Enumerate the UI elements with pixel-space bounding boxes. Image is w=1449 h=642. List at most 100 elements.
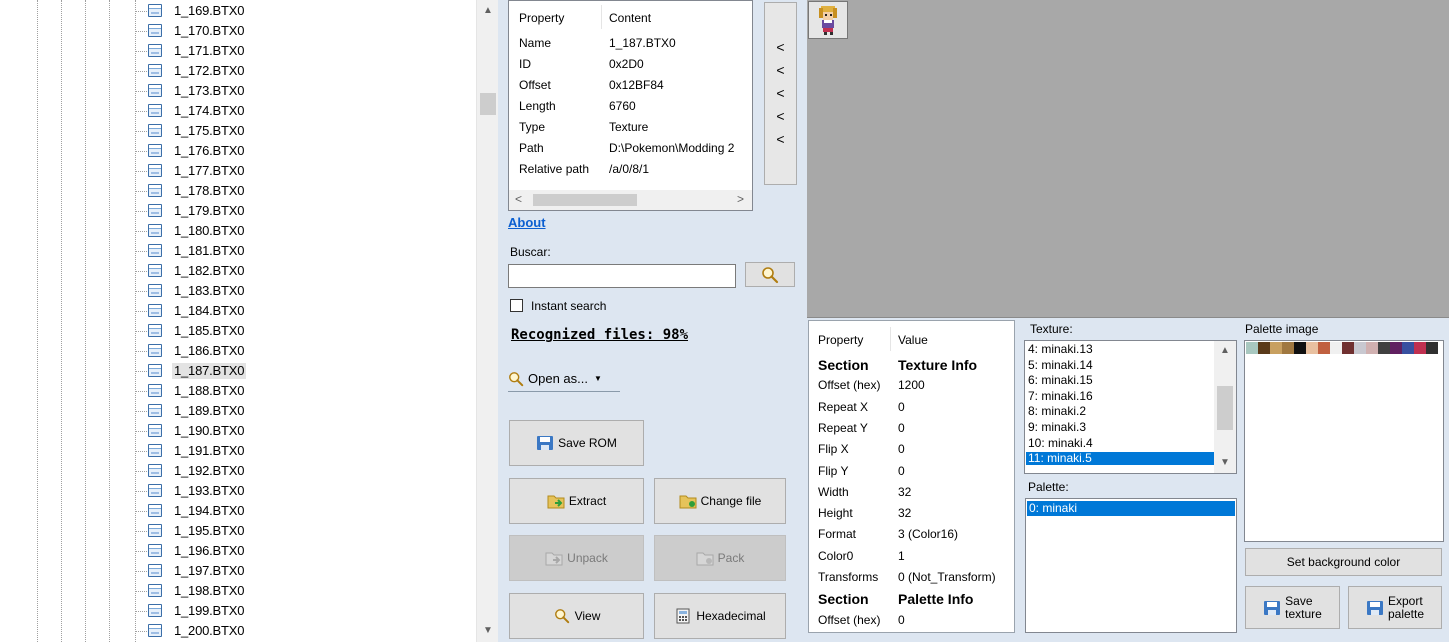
tree-item[interactable]: 1_183.BTX0 <box>135 281 475 301</box>
extract-button[interactable]: Extract <box>509 478 644 524</box>
texture-item[interactable]: 7: minaki.16 <box>1026 389 1214 403</box>
tree-item[interactable]: 1_180.BTX0 <box>135 221 475 241</box>
tree-item[interactable]: 1_176.BTX0 <box>135 141 475 161</box>
export-palette-button[interactable]: Export palette <box>1348 586 1442 629</box>
open-as-dropdown[interactable]: Open as... ▼ <box>508 366 620 392</box>
tree-item[interactable]: 1_191.BTX0 <box>135 441 475 461</box>
texture-scrollbar[interactable]: ▲ ▼ <box>1214 341 1236 473</box>
property-row[interactable]: Length 6760 <box>519 99 752 119</box>
texture-listbox[interactable]: 4: minaki.13 5: minaki.14 6: minaki.15 7: m… <box>1024 340 1237 474</box>
tree-item[interactable]: 1_172.BTX0 <box>135 61 475 81</box>
column-header-value[interactable]: Value <box>898 333 928 347</box>
copy-arrow-button[interactable]: < <box>765 85 796 101</box>
column-header-property[interactable]: Property <box>818 333 863 347</box>
tree-item[interactable]: 1_196.BTX0 <box>135 541 475 561</box>
texture-item[interactable]: 10: minaki.4 <box>1026 436 1214 450</box>
property-row[interactable]: ID 0x2D0 <box>519 57 752 77</box>
info-section-row[interactable]: Section Palette Info <box>818 591 1014 612</box>
scroll-down-icon[interactable]: ▼ <box>477 622 498 640</box>
copy-arrow-button[interactable]: < <box>765 62 796 78</box>
info-row[interactable]: Flip X 0 <box>818 442 1014 463</box>
tree-item[interactable]: 1_181.BTX0 <box>135 241 475 261</box>
properties-list[interactable]: Property Content Name 1_187.BTX0 ID 0x2D0 Of… <box>508 0 753 211</box>
tree-scrollbar[interactable]: ▲ ▼ <box>476 0 498 642</box>
hscroll-thumb[interactable] <box>533 194 637 206</box>
scroll-left-icon[interactable]: < <box>515 192 522 206</box>
palette-listbox[interactable]: 0: minaki <box>1025 498 1237 633</box>
scroll-up-icon[interactable]: ▲ <box>1214 345 1236 356</box>
column-header-content[interactable]: Content <box>609 11 651 25</box>
unpack-button[interactable]: Unpack <box>509 535 644 581</box>
property-row[interactable]: Offset 0x12BF84 <box>519 78 752 98</box>
property-row[interactable]: Path D:\Pokemon\Modding 2 <box>519 141 752 161</box>
tree-item[interactable]: 1_194.BTX0 <box>135 501 475 521</box>
hexadecimal-button[interactable]: Hexadecimal <box>654 593 786 639</box>
info-row[interactable]: Width 32 <box>818 485 1014 506</box>
tree-item[interactable]: 1_169.BTX0 <box>135 1 475 21</box>
info-row[interactable]: Format 3 (Color16) <box>818 527 1014 548</box>
info-row[interactable]: Offset (hex) 0 <box>818 613 1014 632</box>
save-texture-button[interactable]: Save texture <box>1245 586 1340 629</box>
tree-item[interactable]: 1_170.BTX0 <box>135 21 475 41</box>
tree-item[interactable]: 1_197.BTX0 <box>135 561 475 581</box>
tree-item[interactable]: 1_188.BTX0 <box>135 381 475 401</box>
info-row[interactable]: Transforms 0 (Not_Transform) <box>818 570 1014 591</box>
info-row[interactable]: Color0 1 <box>818 549 1014 570</box>
save-rom-button[interactable]: Save ROM <box>509 420 644 466</box>
tree-item[interactable]: 1_179.BTX0 <box>135 201 475 221</box>
texture-item[interactable]: 6: minaki.15 <box>1026 374 1214 387</box>
tree-item[interactable]: 1_182.BTX0 <box>135 261 475 281</box>
tree-item[interactable]: 1_192.BTX0 <box>135 461 475 481</box>
tree-scroll-thumb[interactable] <box>480 93 496 115</box>
file-tree[interactable]: 1_169.BTX0 1_170.BTX0 1_171.BTX0 1_172.BTX0… <box>0 0 498 642</box>
instant-search-label[interactable]: Instant search <box>531 299 606 313</box>
tree-item[interactable]: 1_171.BTX0 <box>135 41 475 61</box>
tree-item[interactable]: 1_178.BTX0 <box>135 181 475 201</box>
instant-search-checkbox[interactable] <box>510 299 523 312</box>
set-background-color-button[interactable]: Set background color <box>1245 548 1442 576</box>
property-row[interactable]: Relative path/a/0/8/1 <box>519 162 752 182</box>
properties-hscrollbar[interactable]: < > <box>509 190 752 210</box>
copy-arrow-button[interactable]: < <box>765 108 796 124</box>
tree-item[interactable]: 1_200.BTX0 <box>135 621 475 641</box>
texture-item[interactable]: 9: minaki.3 <box>1026 421 1214 434</box>
texture-scroll-thumb[interactable] <box>1217 386 1233 430</box>
tree-item[interactable]: 1_189.BTX0 <box>135 401 475 421</box>
texture-item[interactable]: 4: minaki.13 <box>1026 343 1214 356</box>
property-row[interactable]: Type Texture <box>519 120 752 140</box>
tree-item[interactable]: 1_173.BTX0 <box>135 81 475 101</box>
palette-item-selected[interactable]: 0: minaki <box>1027 501 1235 516</box>
texture-info-list[interactable]: Property Value Section Texture Info Offset… <box>808 320 1015 633</box>
tree-item[interactable]: 1_185.BTX0 <box>135 321 475 341</box>
info-row[interactable]: Height 32 <box>818 506 1014 527</box>
copy-arrow-button[interactable]: < <box>765 131 796 147</box>
change-file-button[interactable]: Change file <box>654 478 786 524</box>
tree-item[interactable]: 1_175.BTX0 <box>135 121 475 141</box>
pack-button[interactable]: Pack <box>654 535 786 581</box>
tree-item[interactable]: 1_186.BTX0 <box>135 341 475 361</box>
tree-item[interactable]: 1_174.BTX0 <box>135 101 475 121</box>
scroll-down-icon[interactable]: ▼ <box>1214 457 1236 468</box>
tree-item[interactable]: 1_177.BTX0 <box>135 161 475 181</box>
info-section-row[interactable]: Section Texture Info <box>818 357 1014 378</box>
about-link[interactable]: About <box>508 215 546 230</box>
tree-item[interactable]: 1_195.BTX0 <box>135 521 475 541</box>
info-row[interactable]: Offset (hex) 1200 <box>818 378 1014 399</box>
info-row[interactable]: Repeat X 0 <box>818 400 1014 421</box>
texture-item[interactable]: 5: minaki.14 <box>1026 358 1214 372</box>
search-input[interactable] <box>508 264 736 288</box>
property-row[interactable]: Name 1_187.BTX0 <box>519 36 752 56</box>
tree-item[interactable]: 1_187.BTX0 <box>135 361 475 381</box>
texture-item[interactable]: 11: minaki.5 <box>1026 452 1214 466</box>
tree-item[interactable]: 1_190.BTX0 <box>135 421 475 441</box>
info-row[interactable]: Flip Y 0 <box>818 464 1014 485</box>
tree-item[interactable]: 1_193.BTX0 <box>135 481 475 501</box>
tree-item[interactable]: 1_184.BTX0 <box>135 301 475 321</box>
column-header-property[interactable]: Property <box>519 11 564 25</box>
info-row[interactable]: Repeat Y 0 <box>818 421 1014 442</box>
search-button[interactable] <box>745 262 795 287</box>
scroll-right-icon[interactable]: > <box>737 192 744 206</box>
tree-item[interactable]: 1_199.BTX0 <box>135 601 475 621</box>
texture-item[interactable]: 8: minaki.2 <box>1026 405 1214 418</box>
scroll-up-icon[interactable]: ▲ <box>477 2 498 20</box>
